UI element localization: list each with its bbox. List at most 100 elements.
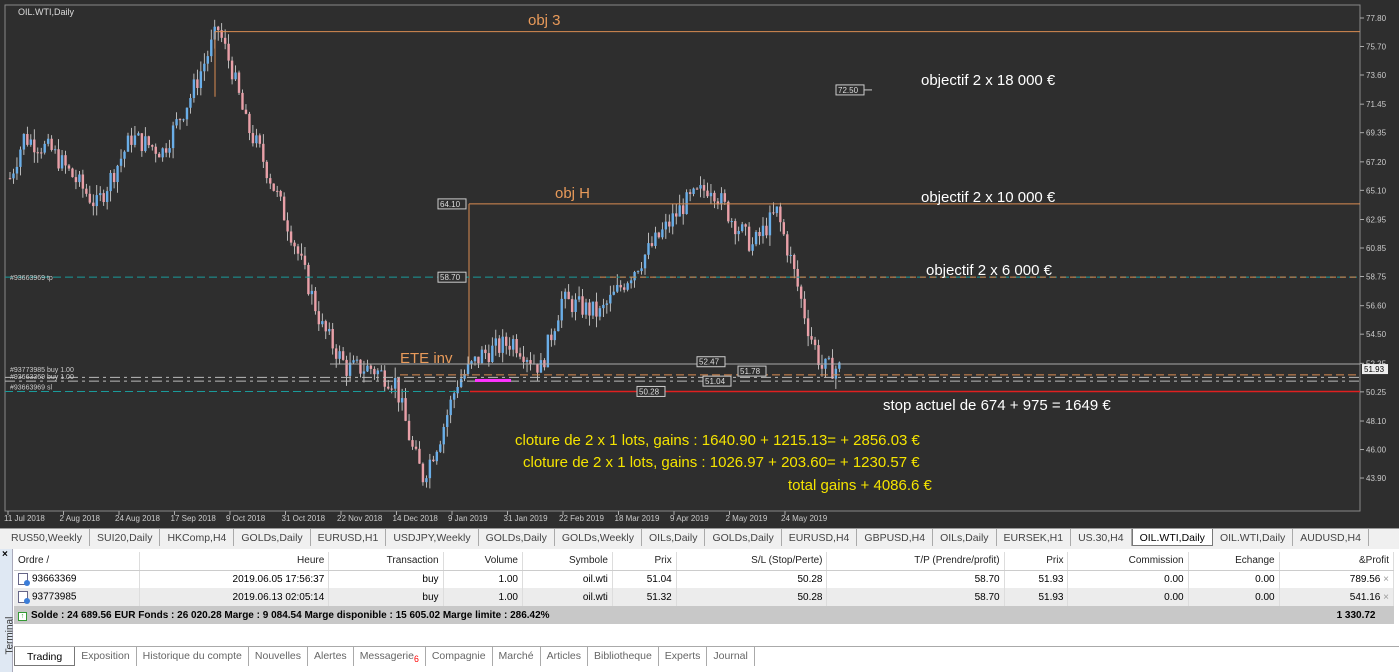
candle	[26, 133, 29, 145]
chart-tab[interactable]: US.30,H4	[1071, 529, 1132, 546]
candle	[754, 231, 758, 245]
column-header[interactable]: Prix	[1004, 552, 1069, 571]
cell: 0.00	[1067, 588, 1189, 606]
price-chart[interactable]: 77.80 75.70 73.60 71.45 69.35 67.20 65.10 62.95…	[0, 0, 1399, 528]
candle	[227, 43, 230, 61]
column-header[interactable]: Ordre /	[14, 552, 141, 571]
terminal-tab[interactable]: Nouvelles	[249, 647, 308, 666]
column-header[interactable]: Prix	[612, 552, 677, 571]
candle	[362, 371, 366, 374]
column-header[interactable]: T/P (Prendre/profit)	[826, 552, 1005, 571]
date-tick-label: 18 Mar 2019	[615, 514, 660, 523]
candle	[560, 298, 563, 321]
sl-order-label: #93663969 sl	[10, 384, 52, 391]
chart-tab[interactable]: SUI20,Daily	[90, 529, 161, 546]
terminal-tab[interactable]: Experts	[659, 647, 708, 666]
candle	[269, 178, 272, 184]
candle	[768, 212, 772, 236]
candle	[397, 377, 400, 403]
candle	[387, 386, 390, 389]
candle	[421, 463, 425, 483]
close-icon[interactable]: ×	[0, 549, 12, 560]
candle	[501, 336, 504, 353]
chart-tabs: RUS50,Weekly SUI20,Daily HKComp,H4 GOLDs,Da…	[0, 528, 1399, 547]
close-order-icon[interactable]: ×	[1380, 592, 1389, 603]
candle	[19, 149, 22, 167]
candle	[782, 222, 786, 235]
terminal-tab[interactable]: Bibliotheque	[588, 647, 659, 666]
price-tick-label: 67.20	[1366, 158, 1387, 167]
terminal-tab[interactable]: Marché	[493, 647, 541, 666]
column-header[interactable]: Volume	[443, 552, 524, 571]
terminal-tab[interactable]: Exposition	[75, 647, 137, 666]
chart-tab[interactable]: RUS50,Weekly	[4, 529, 90, 546]
column-header[interactable]: &Profit	[1279, 552, 1395, 571]
candle	[622, 287, 626, 290]
candle	[282, 196, 286, 221]
chart-tab[interactable]: EURUSD,H1	[311, 529, 387, 546]
chart-symbol: OIL.WTI,Daily	[18, 7, 75, 17]
candle	[772, 212, 775, 214]
candle	[629, 280, 633, 284]
column-header[interactable]: Heure	[139, 552, 330, 571]
chart-tab[interactable]: GOLDs,Daily	[479, 529, 555, 546]
candle	[539, 360, 543, 373]
terminal-tab[interactable]: Journal	[707, 647, 755, 666]
candle	[338, 351, 341, 359]
column-header[interactable]: Transaction	[328, 552, 444, 571]
candle	[355, 359, 359, 361]
candle	[727, 201, 730, 222]
balance-icon: ↑	[18, 611, 27, 621]
chart-tab[interactable]: OIL.WTI,Daily	[1213, 529, 1294, 546]
candle	[793, 255, 796, 269]
price-tick-label: 50.25	[1366, 388, 1387, 397]
candle	[616, 284, 619, 292]
cell: 51.93	[1004, 588, 1069, 606]
close2-annotation: cloture de 2 x 1 lots, gains : 1026.97 +…	[523, 454, 920, 471]
column-header[interactable]: Echange	[1188, 552, 1280, 571]
terminal-tab[interactable]: Compagnie	[426, 647, 493, 666]
chart-tab[interactable]: GOLDs,Daily	[234, 529, 311, 546]
candle	[706, 190, 709, 197]
chart-tab[interactable]: USDJPY,Weekly	[386, 529, 479, 546]
chart-tab[interactable]: GBPUSD,H4	[857, 529, 934, 546]
candle	[310, 290, 314, 295]
chart-tab[interactable]: EURUSD,H4	[782, 529, 858, 546]
terminal-tab[interactable]: Messagerie6	[354, 647, 426, 666]
date-tick-label: 11 Jul 2018	[4, 514, 45, 523]
candle	[258, 135, 262, 144]
candle	[595, 301, 598, 317]
candle	[64, 155, 67, 166]
date-tick-label: 31 Jan 2019	[504, 514, 549, 523]
column-header[interactable]: S/L (Stop/Perte)	[676, 552, 828, 571]
terminal-tab[interactable]: Alertes	[308, 647, 354, 666]
column-header[interactable]: Commission	[1067, 552, 1189, 571]
column-header[interactable]: Symbole	[522, 552, 613, 571]
candle	[477, 356, 480, 364]
candle	[480, 349, 484, 364]
chart-tab[interactable]: GOLDs,Weekly	[555, 529, 643, 546]
close-order-icon[interactable]: ×	[1380, 574, 1389, 585]
candle	[737, 230, 740, 235]
chart-tab[interactable]: HKComp,H4	[160, 529, 235, 546]
chart-tab[interactable]: AUDUSD,H4	[1293, 529, 1369, 546]
candle	[786, 234, 789, 256]
chart-tab[interactable]: OILs,Daily	[933, 529, 997, 546]
candle	[328, 329, 331, 332]
chart-tab[interactable]: OILs,Daily	[642, 529, 706, 546]
total-annotation: total gains + 4086.6 €	[788, 477, 932, 494]
candle	[671, 213, 674, 227]
order-row[interactable]: 93773985 2019.06.13 02:05:14 buy 1.00 oil.wt…	[14, 588, 1395, 606]
candle	[123, 151, 126, 159]
terminal-tab[interactable]: Trading	[14, 647, 76, 666]
chart-tab[interactable]: GOLDs,Daily	[705, 529, 782, 546]
candle	[536, 363, 539, 373]
candle	[244, 109, 248, 114]
chart-tab[interactable]: EURSEK,H1	[997, 529, 1072, 546]
candle	[522, 356, 525, 362]
order-row[interactable]: 93663369 2019.06.05 17:56:37 buy 1.00 oil.wt…	[14, 570, 1395, 588]
terminal-tab[interactable]: Articles	[541, 647, 588, 666]
candle	[761, 225, 765, 237]
chart-tab[interactable]: OIL.WTI,Daily	[1131, 529, 1213, 546]
terminal-tab[interactable]: Historique du compte	[137, 647, 249, 666]
